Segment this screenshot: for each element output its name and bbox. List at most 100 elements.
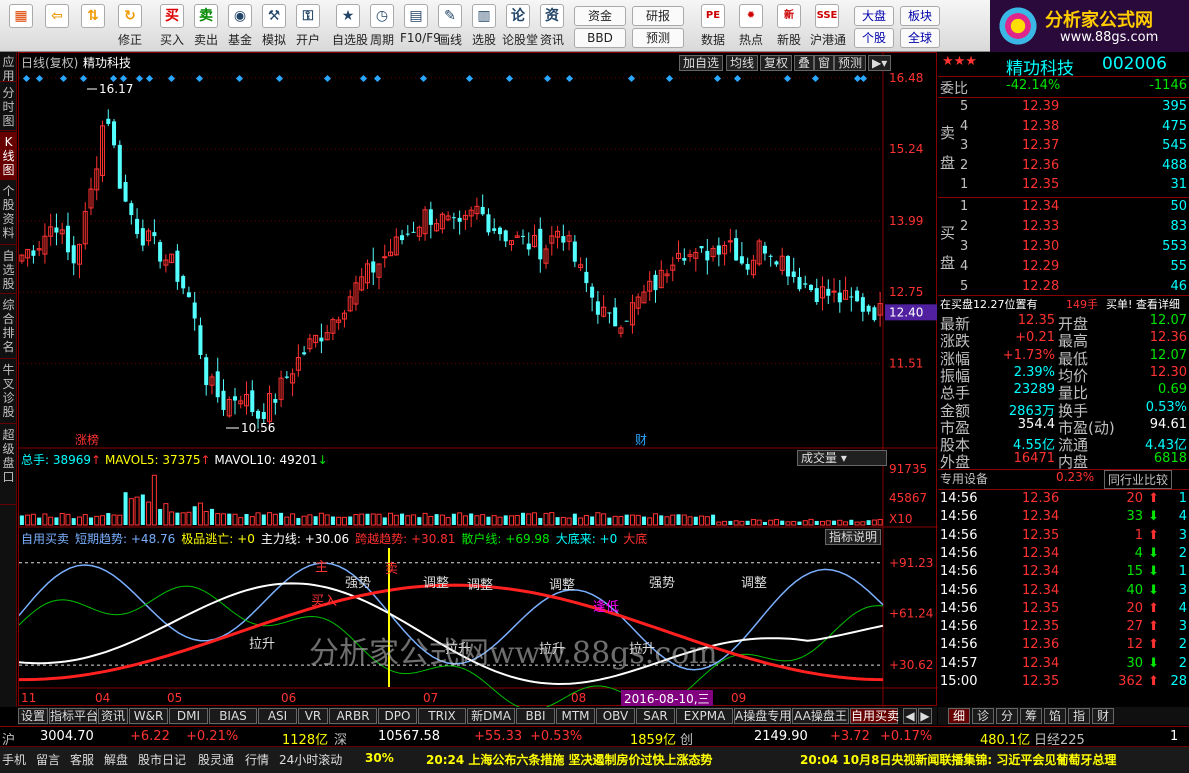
indicator-tab-16[interactable]: EXPMA (676, 708, 733, 724)
chart-button-0[interactable]: 加自选 (679, 55, 724, 71)
news-bar-item-6[interactable]: 行情 (245, 751, 269, 768)
side-tab-4[interactable]: 自选股 (0, 246, 17, 294)
side-tab-0[interactable]: 应用 (0, 52, 17, 83)
news-bar-item-3[interactable]: 解盘 (104, 751, 128, 768)
event-tag-limitup[interactable]: 涨榜 (75, 432, 99, 447)
panel-tab-2[interactable]: 分 (996, 708, 1018, 724)
candle-down (613, 307, 618, 327)
side-tab-7[interactable]: 超级盘口 (0, 425, 17, 505)
chart-button-5[interactable]: 预测 (834, 55, 867, 71)
market-button[interactable]: 个股 (854, 28, 894, 48)
side-tab-6[interactable]: 牛叉诊股 (0, 360, 17, 424)
panel-tab-5[interactable]: 指 (1068, 708, 1090, 724)
toolbar-button-4[interactable]: 买买入 (156, 2, 188, 50)
indicator-tab-5[interactable]: BIAS (209, 708, 257, 724)
indicator-tab-13[interactable]: MTM (556, 708, 595, 724)
tick-volume: 20 (1126, 600, 1143, 616)
tick-time: 14:56 (940, 564, 978, 580)
toolbar-button-9[interactable]: ★ 自选股 (332, 2, 368, 50)
kline-chart[interactable]: 16.48 15.24 13.99 12.75 11.51 12.40 16.17 10.56… (19, 53, 938, 707)
side-tab-3[interactable]: 个股资料 (0, 181, 17, 245)
indicator-tab-8[interactable]: ARBR (329, 708, 377, 724)
toolbar-right-button-2[interactable]: 新新股 (772, 2, 806, 50)
toolbar-button-7[interactable]: ⚒ 模拟 (258, 2, 290, 50)
volume-bar (123, 492, 128, 525)
news-headline-2[interactable]: 20:04 10月8日央视新闻联播集锦: 习近平会见葡萄牙总理 (800, 751, 1116, 768)
indicator-tab-17[interactable]: A操盘专用 (734, 708, 791, 724)
chart-button-4[interactable]: 窗 (814, 55, 835, 71)
compare-tab[interactable]: 同行业比较 (1104, 470, 1173, 489)
indicator-help-button[interactable]: 指标说明 (825, 529, 882, 545)
volume-bar (486, 516, 491, 525)
news-bar-item-1[interactable]: 留言 (36, 751, 60, 768)
chart-period[interactable]: 日线(复权) (21, 54, 78, 71)
news-bar-item-7[interactable]: 24小时滚动 (279, 751, 342, 768)
arrow-down-icon: ⬇ (1148, 655, 1159, 671)
indicator-tab-2[interactable]: 资讯 (98, 708, 128, 724)
toolbar-right-button-1[interactable]: ✹ 热点 (734, 2, 768, 50)
volume-bar (76, 516, 82, 526)
toolbar-button-3[interactable]: ↻ 修正 (112, 2, 148, 50)
notice-link[interactable]: 买单! 查看详细 (1106, 296, 1180, 312)
tab-scroll-left-icon[interactable]: ◀ (903, 708, 917, 724)
toolbar-small-button[interactable]: 研报 (632, 6, 684, 26)
toolbar-button-14[interactable]: 论论股堂 (502, 2, 538, 50)
news-headline-1[interactable]: 20:24 上海公布六条措施 坚决遏制房价过快上涨态势 (426, 751, 713, 768)
side-tab-5[interactable]: 综合排名 (0, 295, 17, 359)
panel-tab-3[interactable]: 筹 (1020, 708, 1042, 724)
chart-button-2[interactable]: 复权 (760, 55, 793, 71)
chart-button-3[interactable]: 叠 (794, 55, 815, 71)
indicator-tab-10[interactable]: TRIX (418, 708, 466, 724)
news-bar-item-2[interactable]: 客服 (70, 751, 94, 768)
candle-down (129, 203, 134, 216)
indicator-tab-1[interactable]: 指标平台 (49, 708, 98, 724)
toolbar-small-button[interactable]: 预测 (632, 28, 684, 48)
toolbar-button-0[interactable]: ▦ (4, 2, 38, 50)
toolbar-button-15[interactable]: 资资讯 (536, 2, 568, 50)
toolbar-button-11[interactable]: ▤ F10/F9 (400, 2, 441, 50)
indicator-tab-4[interactable]: DMI (169, 708, 208, 724)
toolbar-right-button-0[interactable]: PE 数据 (696, 2, 730, 50)
industry-tab[interactable]: 专用设备 (940, 470, 988, 487)
indicator-tab-14[interactable]: OBV (596, 708, 635, 724)
toolbar-button-10[interactable]: ◷ 周期 (366, 2, 398, 50)
toolbar-button-8[interactable]: ⚿ 开户 (292, 2, 324, 50)
toolbar-button-13[interactable]: ▥ 选股 (468, 2, 500, 50)
chart-button-1[interactable]: 均线 (726, 55, 759, 71)
panel-tab-0[interactable]: 细 (948, 708, 970, 724)
panel-tab-6[interactable]: 财 (1092, 708, 1114, 724)
indicator-tab-11[interactable]: 新DMA (467, 708, 515, 724)
side-tab-2[interactable]: K线图 (0, 132, 17, 180)
toolbar-button-5[interactable]: 卖卖出 (190, 2, 222, 50)
market-button[interactable]: 板块 (900, 6, 940, 26)
toolbar-button-1[interactable]: ⇦ (40, 2, 74, 50)
indicator-tab-0[interactable]: 设置 (18, 708, 48, 724)
market-button[interactable]: 大盘 (854, 6, 894, 26)
toolbar-small-button[interactable]: BBD (574, 28, 626, 48)
toolbar-button-6[interactable]: ◉ 基金 (224, 2, 256, 50)
indicator-tab-3[interactable]: W&R (129, 708, 168, 724)
volume-unit: X10 (889, 512, 913, 526)
market-button[interactable]: 全球 (900, 28, 940, 48)
news-bar-item-5[interactable]: 股灵通 (198, 751, 234, 768)
toolbar-button-12[interactable]: ✎ 画线 (434, 2, 466, 50)
indicator-tab-18[interactable]: AA操盘王 (792, 708, 849, 724)
indicator-tab-19[interactable]: 自用买卖 (850, 708, 899, 724)
indicator-tab-7[interactable]: VR (298, 708, 328, 724)
panel-tab-1[interactable]: 诊 (972, 708, 994, 724)
tab-scroll-right-icon[interactable]: ▶ (918, 708, 932, 724)
side-tab-1[interactable]: 分时图 (0, 83, 17, 131)
indicator-tab-12[interactable]: BBI (516, 708, 555, 724)
news-bar-item-0[interactable]: 手机 (2, 751, 26, 768)
event-tag-finance[interactable]: 财 (635, 433, 647, 447)
indicator-tab-15[interactable]: SAR (636, 708, 675, 724)
indicator-tab-6[interactable]: ASI (258, 708, 297, 724)
news-bar-item-4[interactable]: 股市日记 (138, 751, 186, 768)
panel-tab-4[interactable]: 馅 (1044, 708, 1066, 724)
indicator-tab-9[interactable]: DPO (378, 708, 417, 724)
volume-dropdown[interactable]: 成交量 ▾ (797, 450, 887, 466)
toolbar-button-2[interactable]: ⇅ (76, 2, 110, 50)
toolbar-small-button[interactable]: 资金 (574, 6, 626, 26)
toolbar-right-button-3[interactable]: SSE 沪港通 (810, 2, 846, 50)
chart-menu-icon[interactable]: ▶▾ (868, 55, 892, 71)
